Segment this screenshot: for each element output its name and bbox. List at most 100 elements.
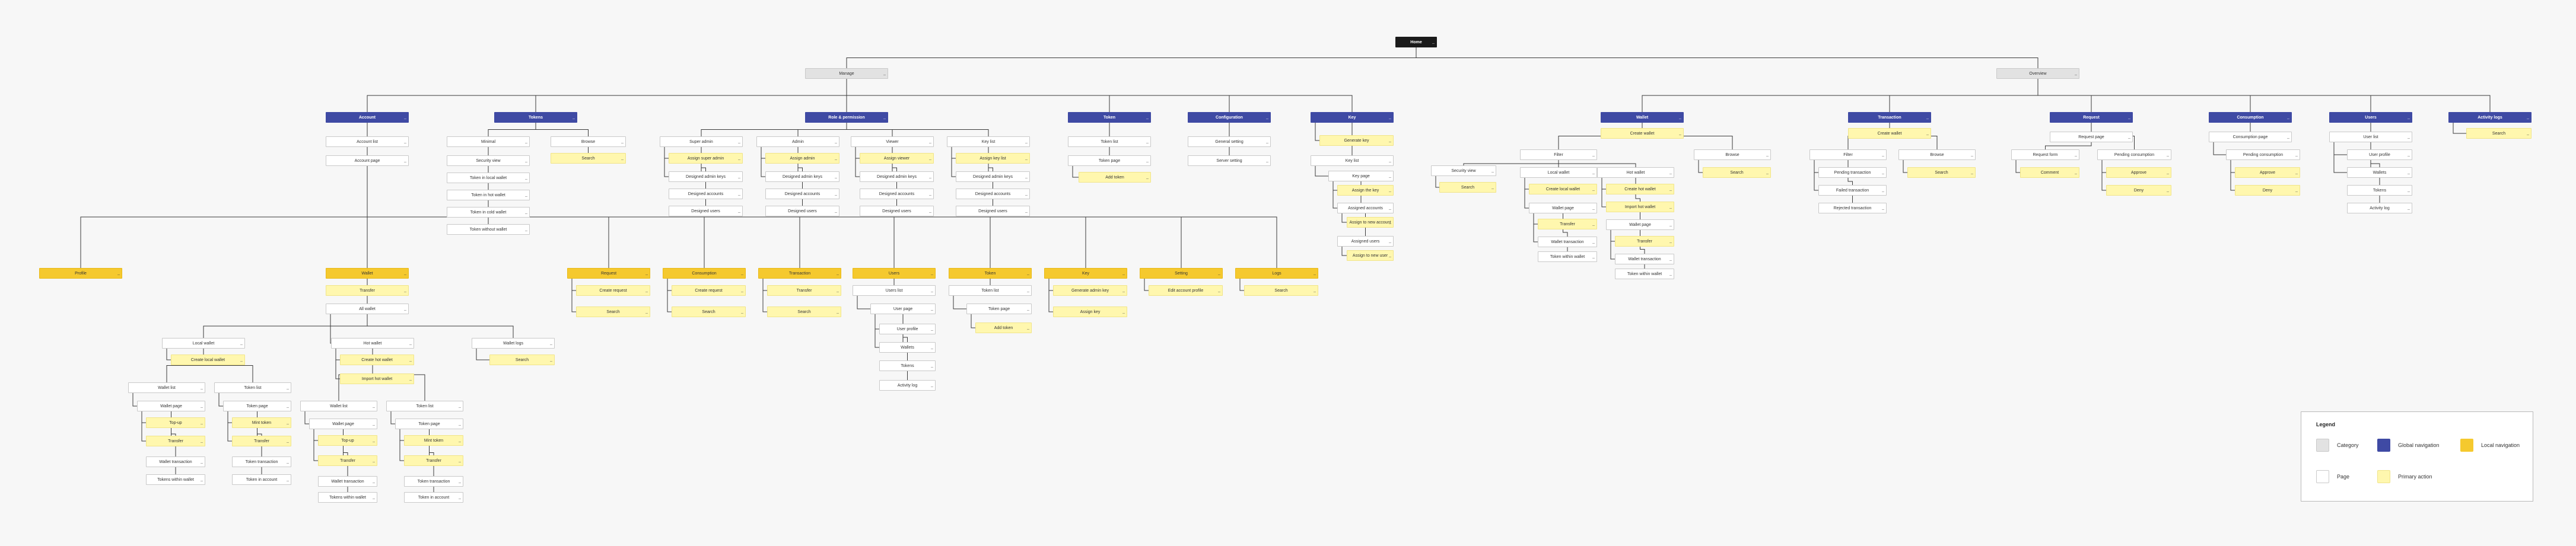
node-wg-wallet-tx[interactable]: Wallet transaction [1538, 237, 1597, 247]
node-key-generate[interactable]: Generate key [1319, 135, 1394, 146]
node-create-wallet[interactable]: Create wallet [1601, 128, 1684, 139]
node-lw-topup[interactable]: Top-up [146, 417, 205, 428]
node-lw-hot-mint[interactable]: Mint token [404, 435, 463, 446]
node-vw-designed-users[interactable]: Designed users [860, 206, 934, 216]
node-home[interactable]: Home [1395, 37, 1437, 47]
node-lw-hot-token-in-wallet[interactable]: Tokens within wallet [318, 492, 377, 503]
node-wg-create-local[interactable]: Create local wallet [1529, 184, 1597, 194]
node-lu-activity[interactable]: Activity log [879, 380, 936, 391]
node-lw-wallet-logs[interactable]: Wallet logs [472, 338, 555, 349]
node-lk-assign[interactable]: Assign key [1053, 306, 1127, 317]
node-lw-token-transfer[interactable]: Transfer [232, 436, 291, 446]
node-lr-create[interactable]: Create request [576, 285, 650, 296]
node-vw-designed-acc[interactable]: Designed accounts [860, 189, 934, 199]
node-lw-local[interactable]: Local wallet [162, 338, 245, 349]
node-user-list[interactable]: User list [2329, 132, 2412, 142]
node-l-request[interactable]: Request [567, 268, 650, 279]
node-manage[interactable]: Manage [805, 68, 888, 79]
node-lt-transfer[interactable]: Transfer [767, 285, 841, 296]
node-req-pending[interactable]: Pending consumption [2097, 149, 2171, 160]
node-wg-hot-wallet-page[interactable]: Wallet page [1606, 219, 1674, 230]
node-lu-user-page[interactable]: User page [870, 304, 936, 314]
node-lw-hot[interactable]: Hot wallet [331, 338, 414, 349]
node-key-page[interactable]: Key page [1328, 171, 1394, 181]
node-wg-browse[interactable]: Browse [1694, 149, 1771, 160]
node-l-transaction[interactable]: Transaction [758, 268, 841, 279]
node-account-list[interactable]: Account list [326, 136, 409, 147]
node-lw-wallet-tx[interactable]: Wallet transaction [146, 456, 205, 467]
node-lw-transfer2[interactable]: Transfer [146, 436, 205, 446]
node-wg-hot-transfer[interactable]: Transfer [1615, 236, 1674, 247]
node-cfg-server[interactable]: Server setting [1188, 155, 1271, 166]
node-sa-assign[interactable]: Assign super admin [669, 153, 743, 164]
node-wg-import-hot[interactable]: Import hot wallet [1606, 202, 1674, 212]
node-lw-hot-token-list[interactable]: Token list [386, 401, 463, 411]
node-lw-wallet-list[interactable]: Wallet list [128, 382, 205, 393]
node-ls-edit[interactable]: Edit account profile [1149, 285, 1223, 296]
node-l-wallet[interactable]: Wallet [326, 268, 409, 279]
node-lt-search[interactable]: Search [767, 306, 841, 317]
node-wg-wallet-page[interactable]: Wallet page [1529, 203, 1597, 213]
node-lw-token-account[interactable]: Token in account [232, 474, 291, 485]
node-l-consumption[interactable]: Consumption [663, 268, 746, 279]
node-lw-hot-token-account[interactable]: Token in account [404, 492, 463, 503]
node-consumption-glob[interactable]: Consumption [2209, 112, 2292, 123]
node-request-glob[interactable]: Request [2050, 112, 2133, 123]
node-lw-hot-token-tx[interactable]: Token transaction [404, 476, 463, 487]
node-req-approve[interactable]: Approve [2106, 167, 2171, 178]
node-activity-glob[interactable]: Activity logs [2448, 112, 2532, 123]
node-lc-create[interactable]: Create request [672, 285, 746, 296]
node-wallet-glob[interactable]: Wallet [1601, 112, 1684, 123]
node-wg-security[interactable]: Security view [1431, 165, 1496, 176]
node-cons-pending[interactable]: Pending consumption [2226, 149, 2300, 160]
node-super-admin[interactable]: Super admin [660, 136, 743, 147]
node-tok-token-without[interactable]: Token without wallet [447, 224, 530, 235]
node-tx-pending[interactable]: Pending transaction [1818, 167, 1887, 178]
node-l-users[interactable]: Users [853, 268, 936, 279]
node-l-key[interactable]: Key [1044, 268, 1127, 279]
node-wg-hot-token-in-wallet[interactable]: Token within wallet [1615, 269, 1674, 279]
node-key-assign-new-user[interactable]: Assign to new user [1347, 250, 1394, 261]
node-lw-hot-wallet-tx[interactable]: Wallet transaction [318, 476, 377, 487]
node-wg-token-in-wallet[interactable]: Token within wallet [1538, 251, 1597, 262]
node-lw-hot-wallet-list[interactable]: Wallet list [300, 401, 377, 411]
node-wg-create-hot[interactable]: Create hot wallet [1606, 184, 1674, 194]
node-kl-designed-keys[interactable]: Designed admin keys [956, 171, 1030, 182]
node-key-assigned-users[interactable]: Assigned users [1337, 236, 1394, 247]
node-lw-wallet-page[interactable]: Wallet page [137, 401, 205, 411]
node-account[interactable]: Account [326, 112, 409, 123]
node-configuration[interactable]: Configuration [1188, 112, 1271, 123]
node-lu-user-profile[interactable]: User profile [879, 324, 936, 334]
node-create-tx[interactable]: Create wallet [1848, 128, 1931, 139]
node-lr-search[interactable]: Search [576, 306, 650, 317]
node-tx-filter[interactable]: Filter [1809, 149, 1887, 160]
node-lw-transfer[interactable]: Transfer [326, 285, 409, 296]
node-token-page[interactable]: Token page [1068, 155, 1151, 166]
node-tx-failed[interactable]: Failed transaction [1818, 185, 1887, 196]
node-user-wallets[interactable]: Wallets [2347, 167, 2412, 178]
node-req-comment[interactable]: Comment [2020, 167, 2079, 178]
node-key-assigned-acc[interactable]: Assigned accounts [1337, 203, 1394, 213]
node-viewer[interactable]: Viewer [851, 136, 934, 147]
node-user-tokens[interactable]: Tokens [2347, 185, 2412, 196]
node-lw-all-wallet[interactable]: All wallet [326, 304, 409, 314]
node-lw-token-tx[interactable]: Token transaction [232, 456, 291, 467]
node-key-key-list[interactable]: Key list [1311, 155, 1394, 166]
node-sa-designed-keys[interactable]: Designed admin keys [669, 171, 743, 182]
node-wg-security-search[interactable]: Search [1439, 182, 1496, 193]
node-kl-designed-acc[interactable]: Designed accounts [956, 189, 1030, 199]
node-l-setting[interactable]: Setting [1140, 268, 1223, 279]
node-req-request-form[interactable]: Request form [2011, 149, 2079, 160]
node-tok-token-cold[interactable]: Token in cold wallet [447, 207, 530, 218]
node-wg-transfer[interactable]: Transfer [1538, 219, 1597, 229]
node-tx-browse[interactable]: Browse [1898, 149, 1976, 160]
node-lw-token-list[interactable]: Token list [214, 382, 291, 393]
node-lu-wallets[interactable]: Wallets [879, 342, 936, 353]
node-ll-search[interactable]: Search [1244, 285, 1318, 296]
node-lw-hot-wallet-page[interactable]: Wallet page [309, 419, 377, 429]
node-activity-search[interactable]: Search [2466, 128, 2532, 139]
node-key-assign-user[interactable]: Assign to new account [1347, 217, 1394, 228]
node-wg-hot[interactable]: Hot wallet [1597, 167, 1674, 178]
node-lu-tokens[interactable]: Tokens [879, 360, 936, 371]
node-cons-page[interactable]: Consumption page [2209, 132, 2292, 142]
